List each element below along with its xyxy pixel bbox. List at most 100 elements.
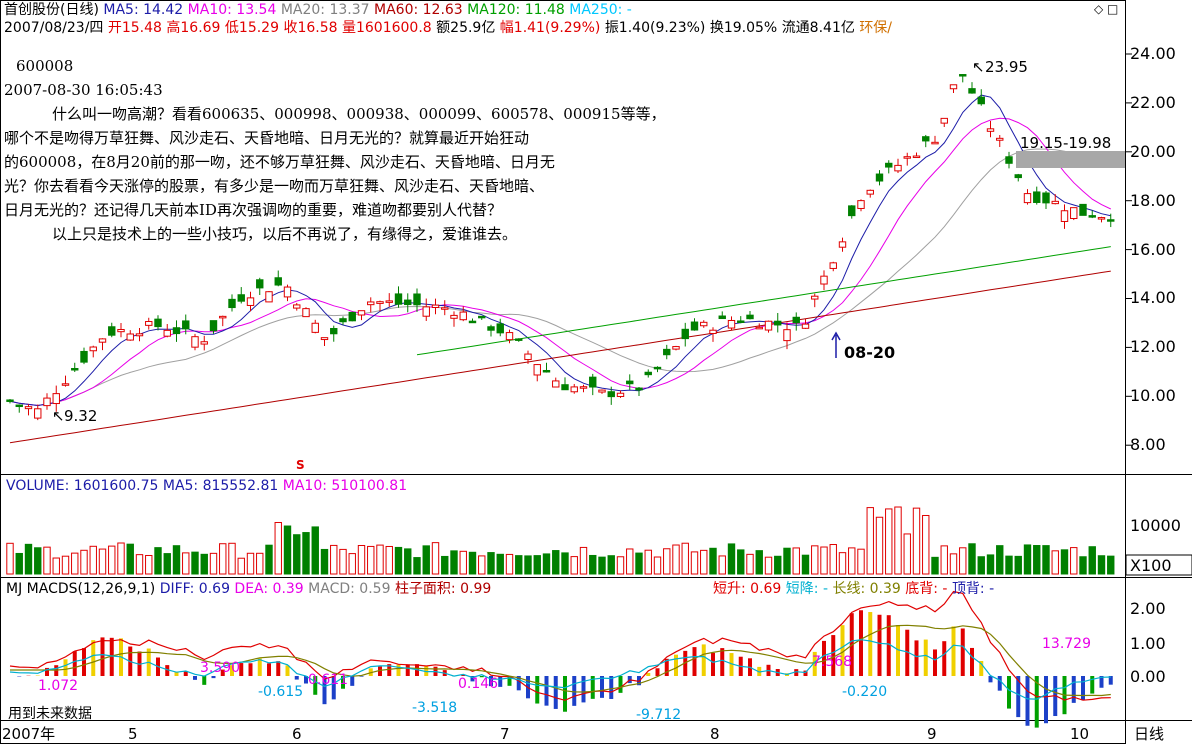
volume-bar[interactable]	[784, 548, 790, 574]
candlestick[interactable]	[775, 321, 781, 325]
candlestick[interactable]	[682, 329, 688, 338]
volume-bar[interactable]	[340, 549, 346, 574]
candlestick[interactable]	[81, 351, 87, 362]
volume-bar[interactable]	[451, 551, 457, 574]
candlestick[interactable]	[368, 302, 374, 305]
candlestick[interactable]	[802, 324, 808, 328]
candlestick[interactable]	[701, 322, 707, 325]
volume-bar[interactable]	[1108, 556, 1114, 574]
volume-bar[interactable]	[16, 553, 22, 574]
volume-bar[interactable]	[913, 508, 919, 574]
volume-bar[interactable]	[1061, 550, 1067, 574]
candlestick[interactable]	[960, 75, 966, 77]
volume-bar[interactable]	[136, 555, 142, 574]
candlestick[interactable]	[229, 299, 235, 307]
candlestick[interactable]	[654, 367, 660, 369]
volume-bar[interactable]	[839, 553, 845, 574]
candlestick[interactable]	[793, 317, 799, 323]
volume-bar[interactable]	[923, 515, 929, 574]
candlestick[interactable]	[599, 390, 605, 392]
candlestick[interactable]	[1024, 194, 1030, 203]
candlestick[interactable]	[932, 142, 938, 144]
volume-bar[interactable]	[432, 543, 438, 574]
candlestick[interactable]	[469, 321, 475, 323]
volume-bar[interactable]	[682, 543, 688, 574]
candlestick[interactable]	[497, 324, 503, 333]
volume-bar[interactable]	[710, 548, 716, 574]
candlestick[interactable]	[192, 337, 198, 347]
candlestick[interactable]	[1052, 201, 1058, 203]
candlestick[interactable]	[978, 97, 984, 104]
volume-bar[interactable]	[479, 556, 485, 574]
volume-bar[interactable]	[303, 533, 309, 574]
volume-bar[interactable]	[590, 555, 596, 574]
candlestick[interactable]	[62, 384, 68, 386]
candlestick[interactable]	[904, 157, 910, 159]
candlestick[interactable]	[53, 394, 59, 404]
candlestick[interactable]	[617, 393, 623, 396]
candlestick[interactable]	[821, 276, 827, 284]
volume-bar[interactable]	[849, 548, 855, 574]
volume-bar[interactable]	[90, 546, 96, 574]
candlestick[interactable]	[432, 305, 438, 307]
candlestick[interactable]	[516, 339, 522, 341]
candlestick[interactable]	[210, 321, 216, 331]
volume-bar[interactable]	[904, 534, 910, 574]
candlestick[interactable]	[127, 334, 133, 340]
volume-bar[interactable]	[164, 554, 170, 574]
volume-bar[interactable]	[294, 535, 300, 574]
volume-bar[interactable]	[1080, 557, 1086, 574]
volume-bar[interactable]	[636, 553, 642, 574]
volume-bar[interactable]	[1071, 548, 1077, 574]
candlestick[interactable]	[349, 312, 355, 320]
volume-bar[interactable]	[358, 545, 364, 574]
candlestick[interactable]	[580, 387, 586, 389]
candlestick[interactable]	[525, 354, 531, 359]
candlestick[interactable]	[44, 398, 50, 406]
candlestick[interactable]	[636, 388, 642, 390]
volume-bar[interactable]	[414, 558, 420, 574]
volume-bar[interactable]	[858, 549, 864, 574]
candlestick[interactable]	[423, 307, 429, 316]
candlestick[interactable]	[488, 327, 494, 330]
candlestick[interactable]	[395, 294, 401, 304]
volume-bar[interactable]	[728, 544, 734, 574]
candlestick[interactable]	[155, 319, 161, 326]
volume-bar[interactable]	[978, 557, 984, 574]
candlestick[interactable]	[728, 320, 734, 328]
candlestick[interactable]	[109, 327, 115, 335]
candlestick[interactable]	[90, 347, 96, 351]
volume-bar[interactable]	[395, 547, 401, 574]
candlestick[interactable]	[876, 174, 882, 181]
candlestick[interactable]	[747, 315, 753, 319]
volume-bar[interactable]	[664, 549, 670, 574]
candlestick[interactable]	[358, 311, 364, 315]
candlestick[interactable]	[247, 298, 253, 306]
candlestick[interactable]	[941, 118, 947, 123]
candlestick[interactable]	[506, 333, 512, 340]
candlestick[interactable]	[136, 334, 142, 336]
volume-bar[interactable]	[229, 543, 235, 574]
candlestick[interactable]	[765, 321, 771, 330]
candlestick[interactable]	[738, 321, 744, 323]
volume-bar[interactable]	[7, 543, 13, 574]
volume-bar[interactable]	[932, 557, 938, 574]
volume-bar[interactable]	[99, 549, 105, 574]
candlestick[interactable]	[571, 387, 577, 392]
volume-bar[interactable]	[497, 554, 503, 574]
candlestick[interactable]	[1080, 204, 1086, 215]
candlestick[interactable]	[377, 302, 383, 304]
volume-bar[interactable]	[960, 548, 966, 574]
volume-bar[interactable]	[793, 548, 799, 574]
stock-chart-window[interactable]: 24.00 22.00 20.00 18.00 16.00 14.00 12.0…	[0, 0, 1192, 746]
volume-bar[interactable]	[969, 544, 975, 574]
volume-bar[interactable]	[275, 522, 281, 574]
candlestick[interactable]	[451, 315, 457, 318]
candlestick[interactable]	[72, 369, 78, 371]
volume-bar[interactable]	[266, 545, 272, 574]
volume-bar[interactable]	[645, 550, 651, 574]
volume-bar[interactable]	[1089, 547, 1095, 574]
volume-bar[interactable]	[192, 552, 198, 574]
candlestick[interactable]	[1034, 192, 1040, 203]
volume-bar[interactable]	[247, 553, 253, 574]
